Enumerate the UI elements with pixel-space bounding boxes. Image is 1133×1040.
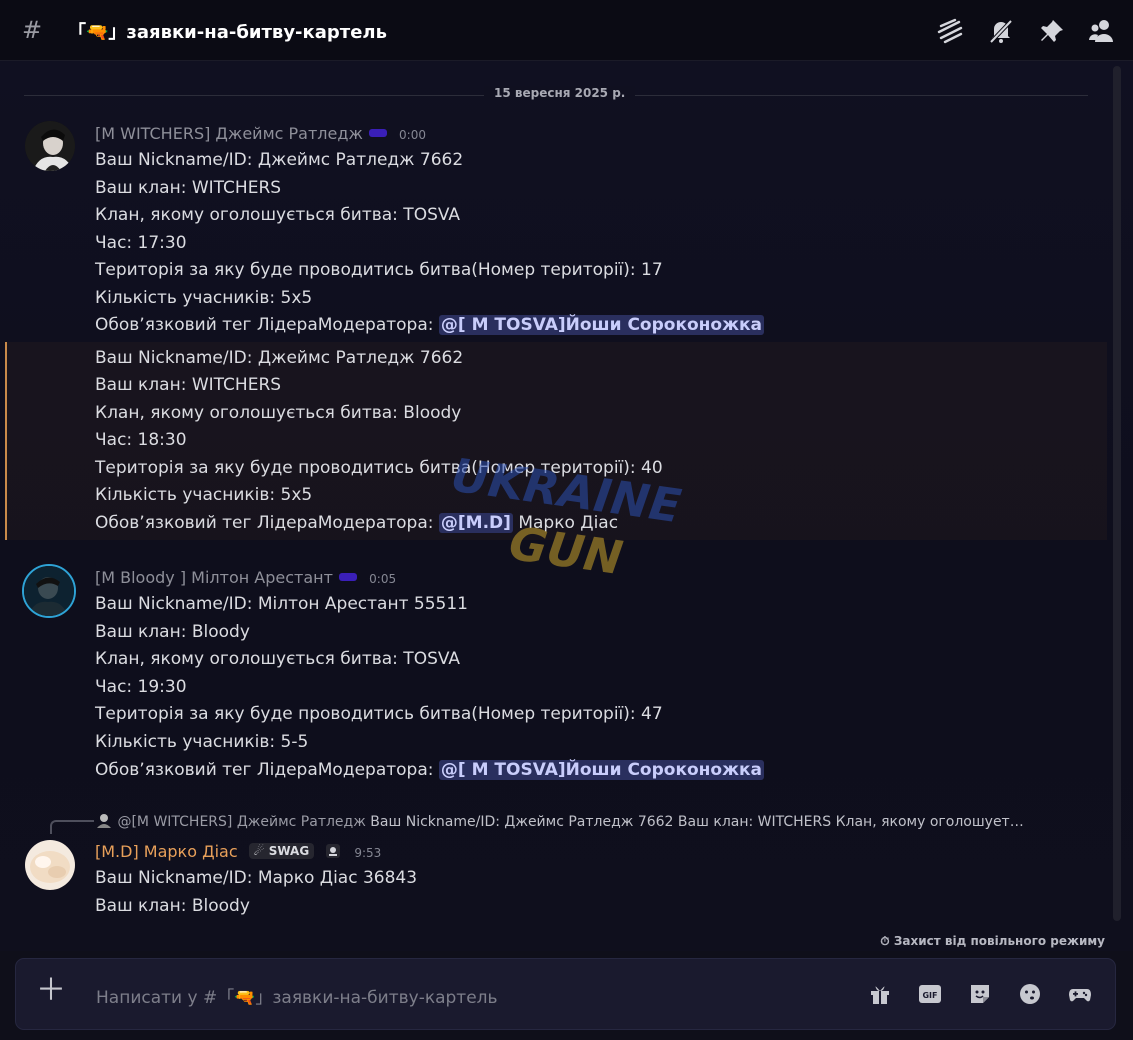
gift-icon[interactable] bbox=[868, 982, 892, 1006]
role-badge-icon bbox=[368, 129, 387, 137]
emoji-icon[interactable] bbox=[1018, 982, 1042, 1006]
members-icon[interactable] bbox=[1088, 18, 1114, 44]
message-line: Кількість учасників: 5-5 bbox=[95, 732, 309, 752]
mention-prefix: Обовʼязковий тег ЛідераМодератора: bbox=[95, 315, 439, 335]
threads-icon[interactable] bbox=[937, 18, 963, 44]
reply-author[interactable]: @[M WITCHERS] Джеймс Ратледж bbox=[117, 814, 365, 830]
watermark-line-1: UKRAINE bbox=[448, 455, 684, 533]
add-attachment-button[interactable]: ＋ bbox=[36, 976, 66, 1006]
reply-text: Ваш Nickname/ID: Джеймс Ратледж 7662 Ваш… bbox=[370, 814, 1024, 830]
mention-prefix: Обовʼязковий тег ЛідераМодератора: bbox=[95, 513, 439, 533]
message-line: Час: 19:30 bbox=[95, 677, 187, 697]
channel-hash-icon: # bbox=[22, 16, 43, 44]
message-line: Ваш Nickname/ID: Марко Діас 36843 bbox=[95, 868, 418, 888]
avatar[interactable] bbox=[25, 121, 75, 171]
gif-icon[interactable]: GIF bbox=[918, 982, 942, 1006]
scrollbar[interactable] bbox=[1113, 66, 1121, 921]
message-timestamp[interactable]: 9:53 bbox=[354, 846, 381, 860]
svg-text:GIF: GIF bbox=[922, 991, 937, 1000]
message-line: Ваш Nickname/ID: Джеймс Ратледж 7662 bbox=[95, 150, 464, 170]
profile-badge-icon bbox=[326, 844, 341, 858]
reply-connector bbox=[50, 820, 94, 834]
mention-prefix: Обовʼязковий тег ЛідераМодератора: bbox=[95, 760, 439, 780]
message-line: Ваш клан: WITCHERS bbox=[95, 178, 282, 198]
guild-tag-icon: ☄ bbox=[253, 844, 265, 858]
reply-avatar-icon bbox=[97, 814, 111, 828]
watermark-logo: UKRAINE GUN bbox=[448, 455, 684, 585]
message-line: Територія за яку буде проводитись битва(… bbox=[95, 704, 663, 724]
message-line: Ваш клан: Bloody bbox=[95, 896, 250, 916]
sticker-icon[interactable] bbox=[968, 982, 992, 1006]
mute-icon[interactable] bbox=[988, 18, 1014, 44]
message-line: Обовʼязковий тег ЛідераМодератора: @[ M … bbox=[95, 760, 765, 780]
user-mention[interactable]: @[ M TOSVA]Йоши Сороконожка bbox=[438, 760, 765, 780]
apps-icon[interactable] bbox=[1068, 982, 1092, 1006]
message-author[interactable]: [M.D] Марко Діас bbox=[95, 842, 238, 861]
message-line: Час: 17:30 bbox=[95, 233, 187, 253]
avatar-image bbox=[24, 566, 74, 616]
channel-name: 「🔫」заявки-на-битву-картель bbox=[68, 22, 387, 43]
message-author-row: [M.D] Марко Діас ☄ SWAG 9:53 bbox=[95, 842, 381, 861]
slowmode-label: Захист від повільного режиму bbox=[893, 934, 1105, 948]
message-line: Ваш Nickname/ID: Джеймс Ратледж 7662 bbox=[95, 348, 464, 368]
message-input[interactable]: Написати у #「🔫」заявки-на-битву-картель bbox=[96, 983, 498, 1008]
watermark-line-2: GUN bbox=[506, 516, 626, 585]
message-author[interactable]: [M WITCHERS] Джеймс Ратледж bbox=[95, 124, 363, 143]
message-line: Ваш клан: Bloody bbox=[95, 622, 250, 642]
date-divider-label: 15 вересня 2025 р. bbox=[484, 86, 636, 100]
avatar[interactable] bbox=[25, 840, 75, 890]
message-timestamp[interactable]: 0:05 bbox=[369, 572, 396, 586]
role-badge-icon bbox=[339, 573, 358, 581]
message-author-row: [M WITCHERS] Джеймс Ратледж 0:00 bbox=[95, 124, 426, 143]
message-line: Час: 18:30 bbox=[95, 430, 187, 450]
message-line: Територія за яку буде проводитись битва(… bbox=[95, 260, 663, 280]
reply-preview[interactable]: @[M WITCHERS] Джеймс Ратледж Ваш Nicknam… bbox=[95, 812, 1024, 830]
message-composer[interactable]: ＋ Написати у #「🔫」заявки-на-битву-картель… bbox=[15, 958, 1116, 1030]
message-line: Клан, якому оголошується битва: Bloody bbox=[95, 403, 462, 423]
user-mention[interactable]: @[ M TOSVA]Йоши Сороконожка bbox=[438, 315, 765, 335]
message-line: Кількість учасників: 5х5 bbox=[95, 485, 313, 505]
guild-tag-label: SWAG bbox=[268, 844, 310, 858]
message-line: Кількість учасників: 5х5 bbox=[95, 288, 313, 308]
message-line: Клан, якому оголошується битва: TOSVA bbox=[95, 205, 461, 225]
message-line: Клан, якому оголошується битва: TOSVA bbox=[95, 649, 461, 669]
message-line: Обовʼязковий тег ЛідераМодератора: @[ M … bbox=[95, 315, 765, 335]
pin-icon[interactable] bbox=[1039, 18, 1065, 44]
guild-tag[interactable]: ☄ SWAG bbox=[248, 843, 315, 859]
avatar-image bbox=[25, 121, 75, 171]
avatar[interactable] bbox=[22, 564, 76, 618]
message-line: Ваш клан: WITCHERS bbox=[95, 375, 282, 395]
channel-header: # 「🔫」заявки-на-битву-картель bbox=[0, 0, 1133, 61]
message-timestamp[interactable]: 0:00 bbox=[399, 128, 426, 142]
stopwatch-icon: ⏱ bbox=[880, 934, 890, 948]
message-author-row: [M Bloody ] Мілтон Арестант 0:05 bbox=[95, 568, 396, 587]
message-line: Ваш Nickname/ID: Мілтон Арестант 55511 bbox=[95, 594, 468, 614]
avatar-image bbox=[25, 840, 75, 890]
message-author[interactable]: [M Bloody ] Мілтон Арестант bbox=[95, 568, 333, 587]
slowmode-notice: ⏱ Захист від повільного режиму bbox=[880, 934, 1105, 949]
